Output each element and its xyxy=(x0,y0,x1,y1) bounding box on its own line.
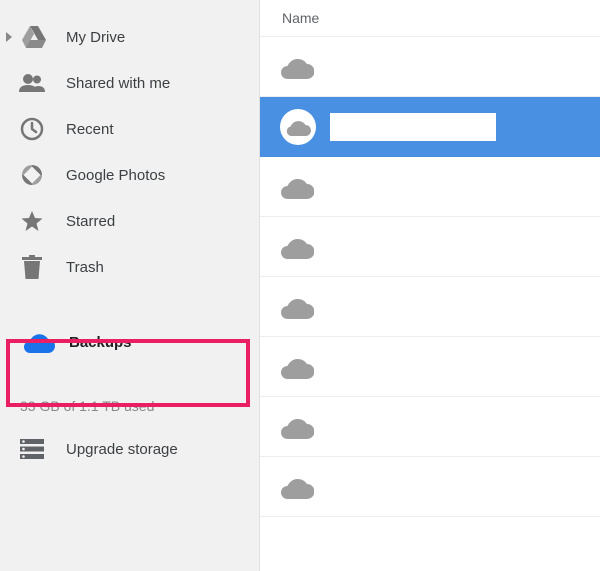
backup-item-name xyxy=(330,113,496,141)
cloud-icon xyxy=(280,355,314,379)
backup-list-item[interactable] xyxy=(260,277,600,337)
sidebar-item-label: Google Photos xyxy=(66,167,165,184)
cloud-icon xyxy=(280,295,314,319)
sidebar: My Drive Shared with me Recent xyxy=(0,0,260,571)
sidebar-item-recent[interactable]: Recent xyxy=(0,106,259,152)
star-icon xyxy=(16,209,48,233)
backup-list-item[interactable] xyxy=(260,37,600,97)
storage-icon xyxy=(16,439,48,459)
cloud-icon xyxy=(280,415,314,439)
sidebar-item-backups[interactable]: Backups xyxy=(0,310,259,374)
backup-list-item[interactable] xyxy=(260,217,600,277)
sidebar-item-label: Shared with me xyxy=(66,75,170,92)
backup-list-item[interactable] xyxy=(260,97,600,157)
cloud-icon xyxy=(23,331,55,353)
cloud-icon xyxy=(280,475,314,499)
backup-list-item[interactable] xyxy=(260,457,600,517)
sidebar-item-upgrade-storage[interactable]: Upgrade storage xyxy=(0,426,259,472)
cloud-icon xyxy=(280,55,314,79)
backup-list-item[interactable] xyxy=(260,397,600,457)
sidebar-item-shared[interactable]: Shared with me xyxy=(0,60,259,106)
backup-list-item[interactable] xyxy=(260,337,600,397)
sidebar-item-label: Trash xyxy=(66,259,104,276)
clock-icon xyxy=(16,117,48,141)
sidebar-item-label: Backups xyxy=(69,334,132,351)
drive-icon xyxy=(18,26,50,48)
sidebar-item-label: Upgrade storage xyxy=(66,441,178,458)
sidebar-item-starred[interactable]: Starred xyxy=(0,198,259,244)
sidebar-item-label: Starred xyxy=(66,213,115,230)
caret-right-icon xyxy=(6,32,12,42)
sidebar-item-label: Recent xyxy=(66,121,114,138)
sidebar-item-google-photos[interactable]: Google Photos xyxy=(0,152,259,198)
backup-list-item[interactable] xyxy=(260,157,600,217)
storage-usage-text: 33 GB of 1.1 TB used xyxy=(0,384,259,426)
pinwheel-icon xyxy=(16,163,48,187)
sidebar-item-label: My Drive xyxy=(66,29,125,46)
cloud-icon xyxy=(280,109,316,145)
column-header-name[interactable]: Name xyxy=(260,0,600,37)
cloud-icon xyxy=(280,235,314,259)
main-content: Name xyxy=(260,0,600,571)
trash-icon xyxy=(16,255,48,279)
cloud-icon xyxy=(280,175,314,199)
sidebar-item-trash[interactable]: Trash xyxy=(0,244,259,290)
sidebar-item-my-drive[interactable]: My Drive xyxy=(0,14,259,60)
people-icon xyxy=(16,74,48,92)
